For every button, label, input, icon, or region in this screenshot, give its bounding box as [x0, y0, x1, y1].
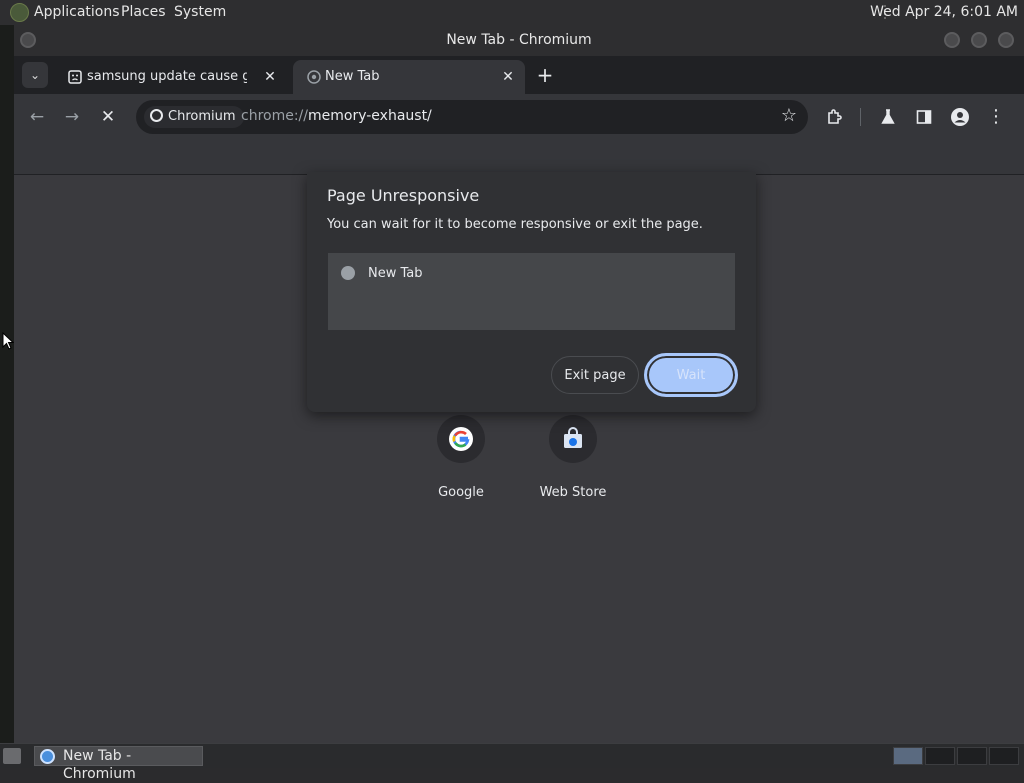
globe-icon — [341, 266, 355, 280]
tab-strip: ⌄ samsung update cause green ✕ New Tab ✕… — [14, 56, 1024, 94]
minimize-button[interactable] — [944, 32, 960, 48]
site-info-label: Chromium — [168, 109, 236, 124]
url-scheme: chrome:// — [241, 108, 308, 124]
browser-menu-button[interactable]: ⋮ — [983, 104, 1009, 130]
back-button[interactable]: ← — [24, 104, 50, 130]
dialog-title: Page Unresponsive — [327, 186, 480, 205]
close-tab-icon[interactable]: ✕ — [499, 68, 517, 86]
sad-face-icon — [68, 70, 82, 84]
site-info-chip[interactable]: Chromium — [144, 106, 244, 128]
flask-icon — [881, 109, 895, 124]
stop-loading-button[interactable]: ✕ — [95, 104, 121, 130]
puzzle-icon — [828, 109, 842, 124]
extensions-button[interactable] — [822, 104, 848, 130]
panel-clock[interactable]: Wed Apr 24, 6:01 AM — [870, 4, 1018, 20]
address-bar[interactable]: Chromium chrome://memory-exhaust/ ☆ — [136, 100, 808, 134]
chromium-icon — [40, 749, 55, 764]
system-menu[interactable]: System — [174, 4, 226, 20]
page-unresponsive-dialog: Page Unresponsive You can wait for it to… — [307, 172, 756, 412]
places-menu[interactable]: Places — [121, 4, 166, 20]
close-tab-icon[interactable]: ✕ — [261, 68, 279, 86]
forward-button[interactable]: → — [59, 104, 85, 130]
maximize-button[interactable] — [971, 32, 987, 48]
workspace-4[interactable] — [989, 747, 1019, 765]
shortcut-tile — [549, 415, 597, 463]
exit-page-button[interactable]: Exit page — [551, 356, 639, 394]
dialog-description: You can wait for it to become responsive… — [327, 217, 703, 232]
profile-button[interactable] — [947, 104, 973, 130]
workspace-1[interactable] — [893, 747, 923, 765]
plus-icon: + — [536, 63, 554, 87]
tab-search-button[interactable]: ⌄ — [22, 62, 48, 88]
side-panel-icon — [916, 110, 932, 124]
tab-title: New Tab — [325, 69, 380, 84]
chevron-down-icon: ⌄ — [29, 68, 41, 82]
shortcut-tile — [437, 415, 485, 463]
desktop-top-panel: Applications Places System Wed Apr 24, 6… — [0, 0, 1024, 25]
wait-button[interactable]: Wait — [644, 353, 738, 397]
arrow-left-icon: ← — [29, 107, 45, 127]
show-desktop-icon[interactable] — [3, 748, 21, 764]
taskbar-window-label: New Tab - Chromium — [63, 748, 136, 782]
window-titlebar[interactable]: New Tab - Chromium — [14, 25, 1024, 56]
avatar-icon — [951, 108, 969, 126]
shortcut-label: Web Store — [539, 485, 607, 500]
browser-window: New Tab - Chromium ⌄ samsung update caus… — [14, 25, 1024, 743]
arrow-right-icon: → — [64, 107, 80, 127]
new-tab-button[interactable]: + — [532, 62, 558, 88]
close-window-button[interactable] — [998, 32, 1014, 48]
web-store-icon — [564, 427, 582, 448]
window-title: New Tab - Chromium — [446, 32, 592, 48]
applications-menu[interactable]: Applications — [34, 4, 120, 20]
chromium-icon — [150, 109, 163, 122]
labs-button[interactable] — [875, 104, 901, 130]
desktop-taskbar: New Tab - Chromium — [0, 743, 1024, 782]
url-text[interactable]: chrome://memory-exhaust/ — [241, 108, 432, 124]
mouse-pointer-icon — [2, 332, 14, 350]
more-vert-icon: ⋮ — [987, 106, 1005, 127]
tab-samsung-update[interactable]: samsung update cause green ✕ — [54, 60, 290, 94]
chromium-icon — [307, 70, 321, 84]
workspace-2[interactable] — [925, 747, 955, 765]
close-icon: ✕ — [100, 107, 116, 127]
window-menu-button[interactable] — [20, 32, 36, 48]
bookmarks-bar — [14, 141, 1024, 175]
unresponsive-page-item: New Tab — [368, 266, 423, 281]
side-panel-button[interactable] — [911, 104, 937, 130]
shortcut-label: Google — [438, 485, 484, 500]
bookmark-star-icon[interactable]: ☆ — [778, 105, 800, 127]
url-path: memory-exhaust/ — [308, 108, 432, 124]
tab-new-tab[interactable]: New Tab ✕ — [293, 60, 525, 94]
taskbar-window-button[interactable]: New Tab - Chromium — [34, 746, 203, 782]
shortcut-web-store[interactable]: Web Store — [525, 415, 621, 500]
browser-toolbar: ← → ✕ Chromium chrome://memory-exhaust/ … — [14, 94, 1024, 141]
desktop-background — [0, 25, 14, 743]
google-icon — [449, 427, 473, 451]
tab-title: samsung update cause green — [87, 69, 247, 84]
unresponsive-pages-list: New Tab — [328, 253, 735, 330]
workspace-3[interactable] — [957, 747, 987, 765]
toolbar-divider — [860, 108, 861, 126]
shortcut-google[interactable]: Google — [413, 415, 509, 500]
app-menu-logo-icon[interactable] — [10, 3, 29, 22]
